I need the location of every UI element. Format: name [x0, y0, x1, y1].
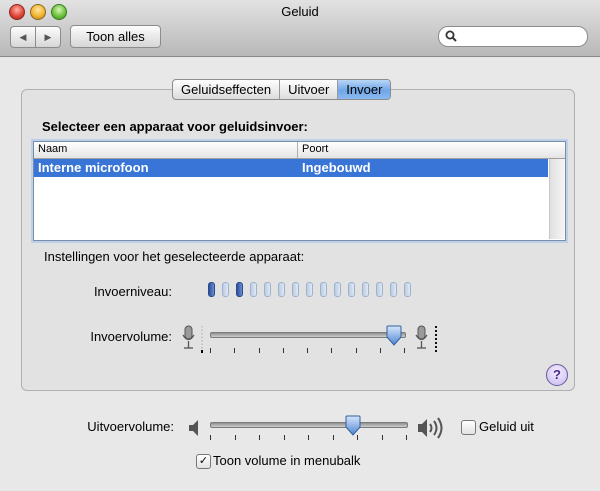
device-port-cell: Ingebouwd	[302, 160, 371, 175]
slider-tick	[234, 348, 235, 353]
slider-tick	[235, 435, 236, 440]
level-segment	[320, 282, 327, 297]
slider-track	[210, 422, 408, 428]
table-scrollbar[interactable]	[549, 159, 565, 239]
level-segment	[362, 282, 369, 297]
output-volume-slider[interactable]	[210, 415, 408, 448]
level-segment	[348, 282, 355, 297]
slider-tick	[308, 435, 309, 440]
window-title: Geluid	[281, 4, 319, 19]
input-level-meter	[208, 282, 411, 298]
slider-knob[interactable]	[345, 415, 361, 437]
device-settings-heading: Instellingen voor het geselecteerde appa…	[44, 249, 305, 264]
slider-tick	[307, 348, 308, 353]
column-header-port[interactable]: Poort	[302, 143, 328, 155]
level-segment	[264, 282, 271, 297]
back-arrow-icon[interactable]: ◀	[11, 27, 36, 47]
input-volume-label: Invoervolume:	[90, 329, 172, 344]
device-select-heading: Selecteer een apparaat voor geluidsinvoe…	[42, 119, 308, 134]
level-segment	[334, 282, 341, 297]
slider-tick	[210, 348, 211, 353]
slider-tick	[259, 348, 260, 353]
level-segment	[404, 282, 411, 297]
slider-tick	[380, 348, 381, 353]
input-volume-slider[interactable]	[210, 325, 406, 356]
tab-sound-effects[interactable]: Geluidseffecten	[173, 80, 281, 99]
mute-label: Geluid uit	[479, 419, 534, 434]
level-segment	[222, 282, 229, 297]
output-volume-label: Uitvoervolume:	[87, 419, 174, 434]
slider-tick	[259, 435, 260, 440]
mute-checkbox[interactable]	[461, 420, 476, 435]
table-row[interactable]: Interne microfoon Ingebouwd	[34, 159, 548, 177]
slider-tick	[406, 435, 407, 440]
input-device-table: Naam Poort Interne microfoon Ingebouwd	[33, 141, 566, 241]
level-segment	[250, 282, 257, 297]
slider-tick	[283, 348, 284, 353]
slider-tick	[356, 348, 357, 353]
slider-tick	[404, 348, 405, 353]
slider-tick	[210, 435, 211, 440]
speaker-high-icon	[418, 417, 443, 439]
input-level-label: Invoerniveau:	[93, 284, 172, 299]
slider-tick	[331, 348, 332, 353]
forward-arrow-icon[interactable]: ▶	[36, 27, 60, 47]
device-name-cell: Interne microfoon	[38, 160, 149, 175]
show-volume-menubar-label: Toon volume in menubalk	[213, 453, 361, 468]
table-header: Naam Poort	[34, 142, 565, 159]
level-segment	[376, 282, 383, 297]
slider-tick	[333, 435, 334, 440]
slider-track	[210, 332, 406, 338]
slider-tick	[382, 435, 383, 440]
level-segment	[236, 282, 243, 297]
slider-knob[interactable]	[386, 325, 402, 347]
speaker-low-icon	[189, 420, 198, 436]
microphone-low-icon	[182, 325, 203, 353]
search-field[interactable]	[438, 26, 588, 47]
level-segment	[306, 282, 313, 297]
level-segment	[208, 282, 215, 297]
column-header-name[interactable]: Naam	[38, 143, 67, 155]
tab-input[interactable]: Invoer	[338, 80, 391, 99]
level-segment	[292, 282, 299, 297]
help-button[interactable]: ?	[546, 364, 568, 386]
slider-tick	[284, 435, 285, 440]
search-icon	[445, 30, 457, 42]
show-volume-menubar-checkbox[interactable]: ✓	[196, 454, 211, 469]
titlebar: Geluid ◀ ▶ Toon alles	[0, 0, 600, 57]
sound-preferences-window: Geluid ◀ ▶ Toon alles Geluidseffecten Ui…	[0, 0, 600, 491]
level-segment	[390, 282, 397, 297]
level-segment	[278, 282, 285, 297]
column-divider	[297, 142, 298, 158]
microphone-high-icon	[415, 325, 437, 353]
back-forward-control: ◀ ▶	[10, 26, 61, 48]
tab-output[interactable]: Uitvoer	[280, 80, 339, 99]
tab-bar: Geluidseffecten Uitvoer Invoer	[172, 79, 392, 100]
show-all-button[interactable]: Toon alles	[70, 25, 161, 48]
check-icon: ✓	[198, 455, 209, 467]
